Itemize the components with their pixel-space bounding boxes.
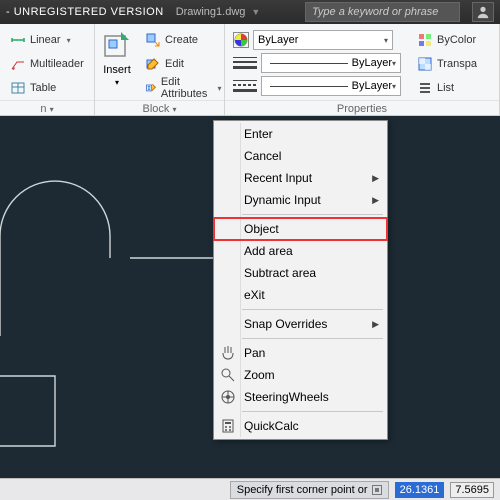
- chevron-down-icon[interactable]: ▼: [251, 7, 260, 17]
- create-block-button[interactable]: Create: [141, 30, 225, 50]
- search-input[interactable]: Type a keyword or phrase: [305, 2, 460, 22]
- ctx-zoom[interactable]: Zoom: [214, 364, 387, 386]
- leader-icon: [10, 56, 26, 72]
- edit-attributes-icon: [145, 80, 157, 96]
- zoom-icon: [220, 367, 236, 383]
- coord-y[interactable]: 7.5695: [450, 482, 494, 498]
- bycolor-button[interactable]: ByColor: [413, 30, 481, 50]
- context-menu: Enter Cancel Recent Input▶ Dynamic Input…: [213, 120, 388, 440]
- insert-icon: [101, 30, 133, 62]
- transparency-icon: [417, 56, 433, 72]
- signin-icon[interactable]: [472, 2, 494, 22]
- document-filename: Drawing1.dwg: [176, 6, 246, 18]
- color-combo[interactable]: ByLayer▾: [233, 30, 401, 50]
- pan-icon: [220, 345, 236, 361]
- linear-dimension-button[interactable]: Linear▾: [6, 30, 88, 50]
- menu-separator: [242, 214, 383, 215]
- bycolor-icon: [417, 32, 433, 48]
- list-button[interactable]: List: [413, 78, 481, 98]
- command-prompt[interactable]: Specify first corner point or: [230, 481, 389, 499]
- dimension-icon: [10, 32, 26, 48]
- statusbar: Specify first corner point or 26.1361 7.…: [0, 478, 500, 500]
- coord-x[interactable]: 26.1361: [395, 482, 445, 498]
- ctx-object[interactable]: Object: [214, 218, 387, 240]
- multileader-button[interactable]: Multileader: [6, 54, 88, 74]
- prompt-text: Specify first corner point or: [237, 484, 368, 496]
- ctx-enter[interactable]: Enter: [214, 123, 387, 145]
- ctx-pan[interactable]: Pan: [214, 342, 387, 364]
- table-button[interactable]: Table: [6, 78, 88, 98]
- dyn-toggle-icon[interactable]: [372, 485, 382, 495]
- steering-wheel-icon: [220, 389, 236, 405]
- table-icon: [10, 80, 26, 96]
- ctx-recent-input[interactable]: Recent Input▶: [214, 167, 387, 189]
- lineweight-icon: [233, 56, 257, 70]
- ctx-exit[interactable]: eXit: [214, 284, 387, 306]
- ctx-subtract-area[interactable]: Subtract area: [214, 262, 387, 284]
- create-block-icon: [145, 32, 161, 48]
- submenu-arrow-icon: ▶: [372, 173, 379, 184]
- ctx-quickcalc[interactable]: QuickCalc: [214, 415, 387, 437]
- linetype-icon: [233, 79, 257, 93]
- calculator-icon: [220, 418, 236, 434]
- ribbon: Linear▾ Multileader Table n ▾ Insert: [0, 24, 500, 116]
- edit-attributes-button[interactable]: Edit Attributes▾: [141, 78, 225, 98]
- menu-separator: [242, 411, 383, 412]
- ctx-steering-wheels[interactable]: SteeringWheels: [214, 386, 387, 408]
- ctx-dynamic-input[interactable]: Dynamic Input▶: [214, 189, 387, 211]
- ctx-add-area[interactable]: Add area: [214, 240, 387, 262]
- annotation-panel: Linear▾ Multileader Table n ▾: [0, 24, 95, 115]
- linetype-combo[interactable]: ByLayer▾: [233, 76, 401, 96]
- properties-panel: ByLayer▾ ByLayer▾ ByLayer▾ ByColor: [225, 24, 500, 115]
- lineweight-combo[interactable]: ByLayer▾: [233, 53, 401, 73]
- submenu-arrow-icon: ▶: [372, 195, 379, 206]
- color-swatch-icon: [233, 32, 249, 48]
- ctx-cancel[interactable]: Cancel: [214, 145, 387, 167]
- unregistered-banner: - UNREGISTERED VERSION: [6, 6, 164, 18]
- list-icon: [417, 80, 433, 96]
- titlebar: - UNREGISTERED VERSION Drawing1.dwg ▼ Ty…: [0, 0, 500, 24]
- block-panel: Insert ▾ Create Edit Edit Attributes▾ Bl…: [95, 24, 225, 115]
- menu-separator: [242, 309, 383, 310]
- submenu-arrow-icon: ▶: [372, 319, 379, 330]
- menu-separator: [242, 338, 383, 339]
- transparency-button[interactable]: Transpa: [413, 54, 481, 74]
- edit-block-icon: [145, 56, 161, 72]
- insert-button[interactable]: Insert ▾: [101, 30, 133, 87]
- edit-block-button[interactable]: Edit: [141, 54, 225, 74]
- ctx-snap-overrides[interactable]: Snap Overrides▶: [214, 313, 387, 335]
